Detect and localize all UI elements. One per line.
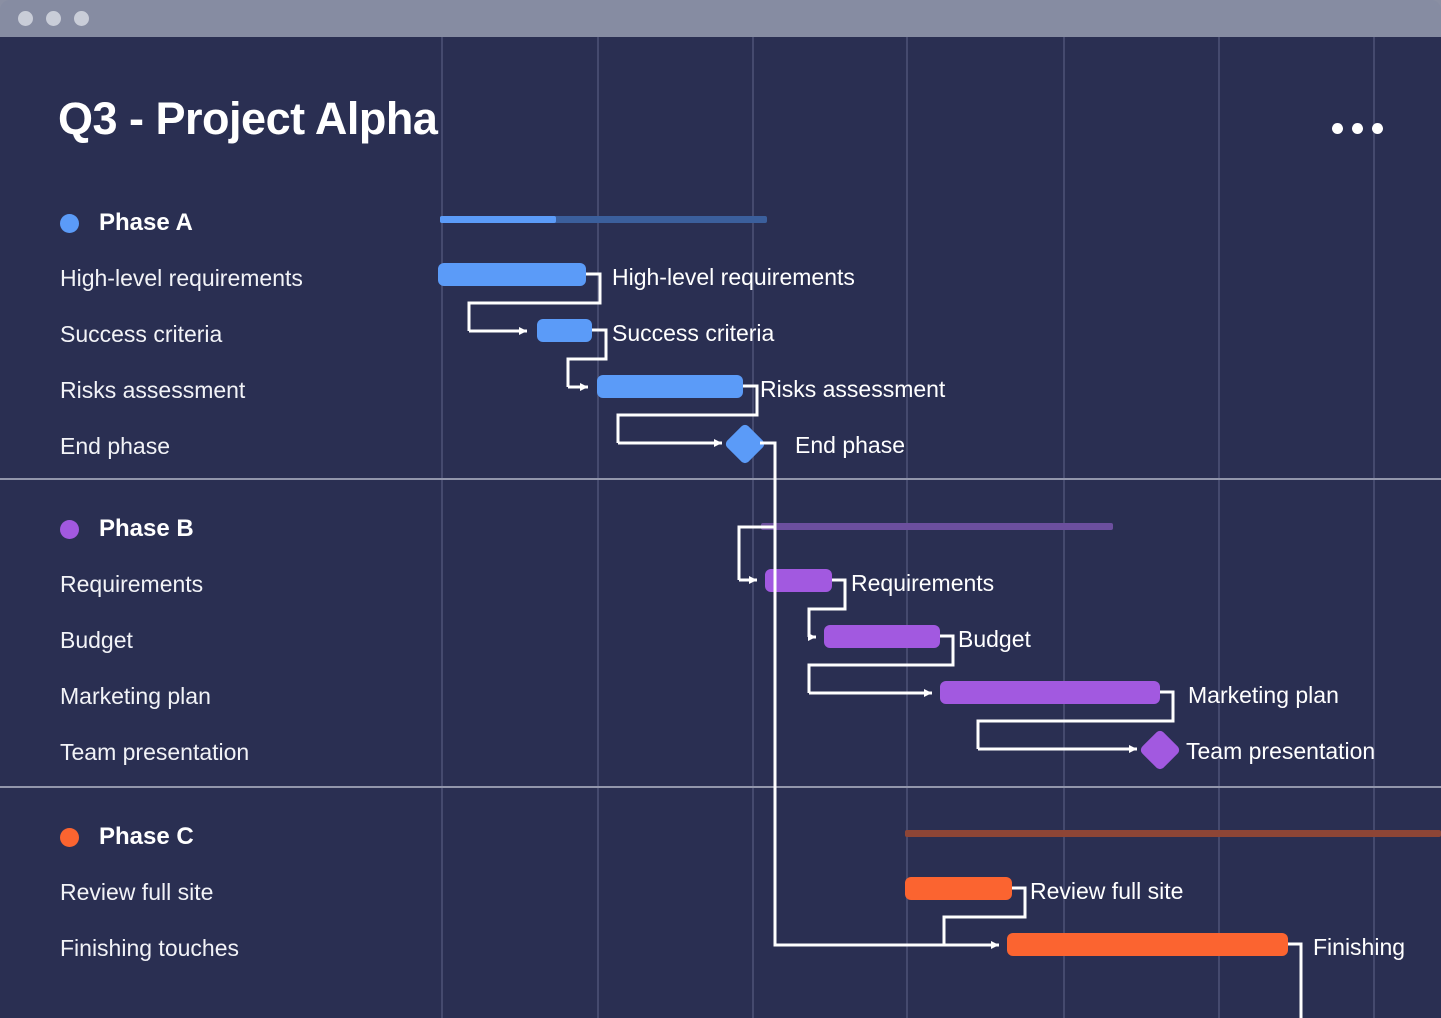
ellipsis-dot [1332, 123, 1343, 134]
task-label-success-criteria[interactable]: Success criteria [60, 321, 222, 348]
bar-caption-requirements: Requirements [851, 570, 995, 596]
dependency-connectors [467, 272, 1303, 1018]
bar-caption-budget: Budget [958, 626, 1031, 652]
task-label-marketing-plan[interactable]: Marketing plan [60, 683, 211, 710]
task-label-review-full-site[interactable]: Review full site [60, 879, 213, 906]
gantt-canvas: Q3 - Project Alpha Phase A High-level re… [0, 37, 1441, 1018]
phase-a-summary-progress [440, 216, 556, 223]
task-label-requirements[interactable]: Requirements [60, 571, 203, 598]
phase-b-bullet [60, 519, 79, 539]
phase-separator [0, 478, 1441, 480]
task-label-finishing-touches[interactable]: Finishing touches [60, 935, 239, 962]
bar-budget[interactable] [824, 625, 940, 648]
bar-success-criteria[interactable] [537, 319, 592, 342]
phase-separator [0, 786, 1441, 788]
bar-caption-high-level-requirements: High-level requirements [612, 264, 855, 290]
bar-caption-success-criteria: Success criteria [612, 320, 775, 346]
bar-review-full-site[interactable] [905, 877, 1012, 900]
task-label-team-presentation[interactable]: Team presentation [60, 739, 249, 766]
bar-high-level-requirements[interactable] [438, 263, 586, 286]
bar-caption-marketing-plan: Marketing plan [1188, 682, 1339, 708]
task-label-end-phase[interactable]: End phase [60, 433, 170, 460]
ellipsis-dot [1372, 123, 1383, 134]
milestone-end-phase[interactable] [723, 422, 767, 466]
page-title: Q3 - Project Alpha [58, 93, 438, 144]
gridline-vertical [1218, 37, 1220, 1018]
bar-marketing-plan[interactable] [940, 681, 1160, 704]
phase-a-summary-track[interactable] [440, 216, 767, 223]
phase-row-phase-b[interactable]: Phase B [60, 515, 194, 543]
bar-caption-team-presentation: Team presentation [1186, 738, 1376, 764]
gridline-vertical [752, 37, 754, 1018]
task-label-risks-assessment[interactable]: Risks assessment [60, 377, 245, 404]
phase-row-phase-c[interactable]: Phase C [60, 823, 194, 851]
bar-finishing-touches[interactable] [1007, 933, 1288, 956]
phase-c-summary-track[interactable] [905, 830, 1441, 837]
task-label-budget[interactable]: Budget [60, 627, 133, 654]
phase-a-bullet [60, 213, 79, 233]
phase-name-label: Phase B [99, 515, 194, 542]
phase-c-bullet [60, 827, 79, 847]
phase-row-phase-a[interactable]: Phase A [60, 209, 193, 237]
phase-name-label: Phase A [99, 209, 193, 236]
bar-caption-end-phase: End phase [795, 432, 905, 458]
milestone-team-presentation[interactable] [1138, 728, 1182, 772]
gantt-app: Q3 - Project Alpha Phase A High-level re… [0, 0, 1441, 1018]
phase-b-summary-track[interactable] [761, 523, 1113, 530]
task-label-high-level-requirements[interactable]: High-level requirements [60, 265, 303, 292]
ellipsis-dot [1352, 123, 1363, 134]
minimize-window-button[interactable] [46, 11, 61, 26]
maximize-window-button[interactable] [74, 11, 89, 26]
bar-caption-risks-assessment: Risks assessment [760, 376, 946, 402]
bar-requirements[interactable] [765, 569, 832, 592]
ellipsis-horizontal-icon[interactable] [1326, 117, 1389, 140]
gridline-vertical [597, 37, 599, 1018]
close-window-button[interactable] [18, 11, 33, 26]
gridline-vertical [441, 37, 443, 1018]
phase-name-label: Phase C [99, 823, 194, 850]
bar-caption-review-full-site: Review full site [1030, 878, 1184, 904]
bar-risks-assessment[interactable] [597, 375, 743, 398]
bar-caption-finishing-touches: Finishing [1313, 934, 1406, 960]
gridline-vertical [1373, 37, 1375, 1018]
connector-segment [1288, 942, 1303, 1018]
window-titlebar [0, 0, 1441, 37]
